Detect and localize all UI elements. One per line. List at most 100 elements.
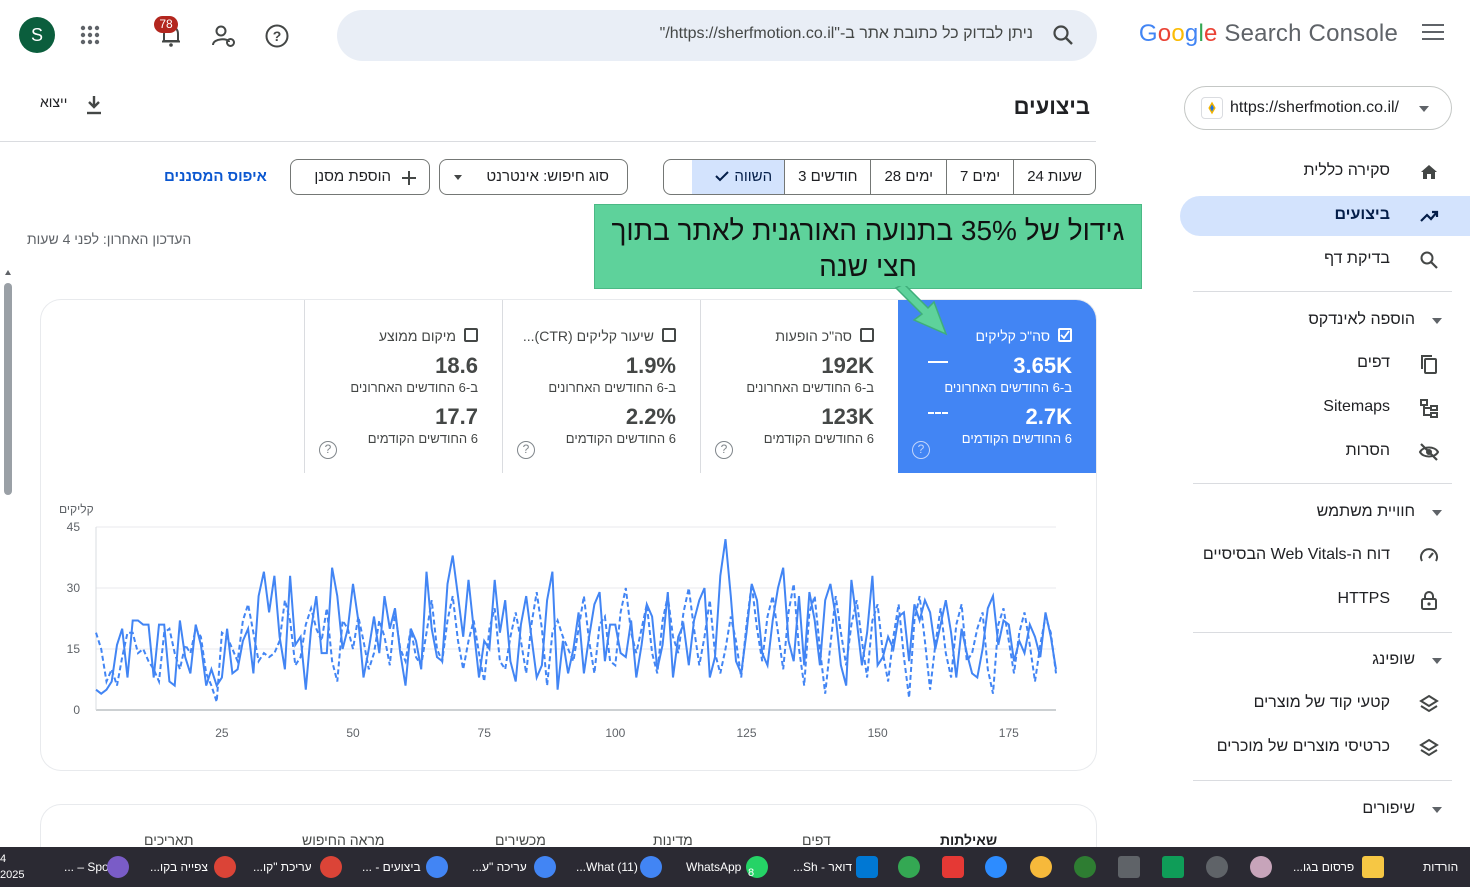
metric-ctr[interactable]: שיעור קליקים (CTR)... 1.9% ב-6 החודשים ה… (502, 300, 700, 473)
date-range-7d[interactable]: 7 ימים (946, 160, 1013, 194)
scroll-up-arrow-icon[interactable] (5, 270, 11, 275)
sidebar-item-performance[interactable]: ביצועים (1180, 196, 1470, 236)
checkbox-checked-icon[interactable] (1058, 328, 1072, 342)
sidebar-item-removals[interactable]: הסרות (1180, 432, 1470, 472)
checkbox-icon[interactable] (662, 328, 676, 342)
sidebar-item-pages[interactable]: דפים (1180, 344, 1470, 384)
tab-search-appearance[interactable]: מראה החיפוש (302, 832, 385, 848)
taskbar-item-edit-1[interactable]: עריכה "ע... (472, 847, 527, 887)
metric-label: שיעור קליקים (CTR)... (522, 328, 654, 344)
menu-icon[interactable] (1422, 24, 1444, 42)
search-console-logo[interactable]: Google Search Console (1139, 20, 1398, 48)
chevron-down-icon (1432, 318, 1442, 324)
sidebar-item-url-inspection[interactable]: בדיקת דף (1180, 240, 1470, 280)
clicks-line-chart[interactable]: קליקים 0 15 30 45 25 50 75 100 125 150 175 (41, 495, 1096, 755)
sidebar-item-product-snippets[interactable]: קטעי קוד של מוצרים (1180, 684, 1470, 724)
sidebar-item-https[interactable]: HTTPS (1180, 580, 1470, 620)
download-icon[interactable] (84, 94, 104, 116)
app-emoji-icon[interactable] (1030, 856, 1052, 878)
metric-value-previous: 123K (821, 404, 874, 429)
app-paint-icon[interactable] (1250, 856, 1272, 878)
manage-users-icon[interactable] (211, 23, 237, 49)
taskbar-item-performance[interactable]: ביצועים - ... (362, 847, 421, 887)
app-globe-icon[interactable] (1074, 856, 1096, 878)
date-range-compare[interactable]: השווה (692, 160, 785, 194)
metric-period-current: ב-6 החודשים האחרונים (548, 380, 676, 395)
sidebar-section-indexing[interactable]: הוספה לאינדקס (1180, 302, 1470, 338)
taskbar-item-downloads[interactable]: הורדות (1423, 847, 1458, 887)
clock-line: 2025 (0, 869, 25, 881)
check-icon (715, 171, 729, 182)
outlook-icon (856, 856, 878, 878)
sidebar-item-label: קטעי קוד של מוצרים (1253, 694, 1390, 711)
y-axis-ticks: 0 15 30 45 (67, 520, 81, 717)
sidebar-section-enhancements[interactable]: שיפורים (1180, 791, 1470, 827)
chevron-down-icon (454, 175, 462, 180)
reset-filters-link[interactable]: איפוס המסננים (164, 168, 267, 185)
metric-total-impressions[interactable]: סה"כ הופעות 192K ב-6 החודשים האחרונים 12… (700, 300, 898, 473)
chevron-down-icon (1419, 106, 1429, 112)
sidebar-section-label: הוספה לאינדקס (1308, 311, 1415, 328)
help-icon[interactable]: ? (912, 441, 930, 459)
taskbar-item-view-products[interactable]: צפייה בקו... (150, 847, 208, 887)
export-button[interactable]: ייצוא (40, 94, 67, 110)
zoom-icon[interactable] (985, 856, 1007, 878)
tab-pages[interactable]: דפים (802, 832, 831, 848)
help-icon[interactable]: ? (264, 23, 290, 49)
calculator-icon[interactable] (1118, 856, 1140, 878)
search-type-label: סוג חיפוש: אינטרנט (486, 168, 609, 185)
date-range-compare-label: השווה (734, 168, 773, 185)
search-type-filter[interactable]: סוג חיפוש: אינטרנט (439, 159, 628, 195)
taskbar-item-edit-2[interactable]: עריכת "קו... (253, 847, 312, 887)
url-inspection-search[interactable]: ניתן לבדוק כל כתובת אתר ב-"https://sherf… (337, 10, 1097, 61)
date-range-24h[interactable]: 24 שעות (1013, 160, 1095, 194)
taskbar-clock[interactable]: 4 2025 (0, 851, 24, 883)
app-s-icon[interactable] (942, 856, 964, 878)
sidebar-item-overview[interactable]: סקירה כללית (1180, 152, 1470, 192)
checkbox-icon[interactable] (464, 328, 478, 342)
legend-dashed-line (928, 412, 948, 414)
account-avatar[interactable]: S (19, 17, 55, 53)
google-meet-icon[interactable] (1162, 856, 1184, 878)
sidebar-item-merchant-listings[interactable]: כרטיסי מוצרים של מוכרים (1180, 728, 1470, 768)
lock-icon (1421, 591, 1437, 610)
sidebar-section-shopping[interactable]: שופינג (1180, 642, 1470, 678)
property-selector[interactable]: https://sherfmotion.co.il/ (1184, 86, 1452, 130)
checkbox-icon[interactable] (860, 328, 874, 342)
taskbar-item-whatsapp-web[interactable]: (11) What... (576, 847, 638, 887)
tab-queries[interactable]: שאילתות (940, 832, 997, 848)
search-icon[interactable] (1051, 23, 1075, 47)
property-url: https://sherfmotion.co.il/ (1230, 99, 1399, 116)
sidebar-item-core-web-vitals[interactable]: דוח ה-Web Vitals הבסיסיים (1180, 536, 1470, 576)
tab-devices[interactable]: מכשירים (495, 832, 546, 848)
tab-dates[interactable]: תאריכים (144, 832, 194, 848)
taskbar-item-mail[interactable]: דואר - Sh... (793, 847, 852, 887)
chrome-icon[interactable] (898, 856, 920, 878)
folder-icon (1362, 856, 1384, 878)
taskbar-item-publish[interactable]: פרסום בגו... (1293, 847, 1354, 887)
help-icon[interactable]: ? (319, 441, 337, 459)
sidebar-item-sitemaps[interactable]: Sitemaps (1180, 388, 1470, 428)
metric-period-current: ב-6 החודשים האחרונים (944, 380, 1072, 395)
sidebar-item-label: HTTPS (1337, 590, 1390, 607)
scrollbar-thumb[interactable] (4, 283, 12, 495)
sidebar-divider (1193, 291, 1452, 292)
sidebar-item-label: כרטיסי מוצרים של מוכרים (1216, 738, 1390, 755)
help-icon[interactable]: ? (715, 441, 733, 459)
help-icon[interactable]: ? (517, 441, 535, 459)
date-range-3m[interactable]: 3 חודשים (784, 160, 870, 194)
apps-grid-icon[interactable] (80, 25, 100, 45)
windows-taskbar: 4 2025 Spotify – ... צפייה בקו... עריכת "… (0, 847, 1470, 887)
date-range-28d[interactable]: 28 ימים (870, 160, 946, 194)
sidebar-section-experience[interactable]: חוויית משתמש (1180, 494, 1470, 530)
x-tick-label: 100 (605, 726, 625, 740)
trending-up-icon (1420, 210, 1439, 222)
tab-countries[interactable]: מדינות (653, 832, 693, 848)
add-filter-button[interactable]: הוספת מסנן (290, 159, 430, 195)
settings-gear-icon[interactable] (1206, 856, 1228, 878)
metric-average-position[interactable]: מיקום ממוצע 18.6 ב-6 החודשים האחרונים 17… (304, 300, 502, 473)
chrome-icon (640, 856, 662, 878)
metric-period-previous: 6 החודשים הקודמים (763, 431, 874, 446)
page-title: ביצועים (1013, 94, 1090, 119)
taskbar-item-whatsapp[interactable]: WhatsApp (686, 847, 741, 887)
